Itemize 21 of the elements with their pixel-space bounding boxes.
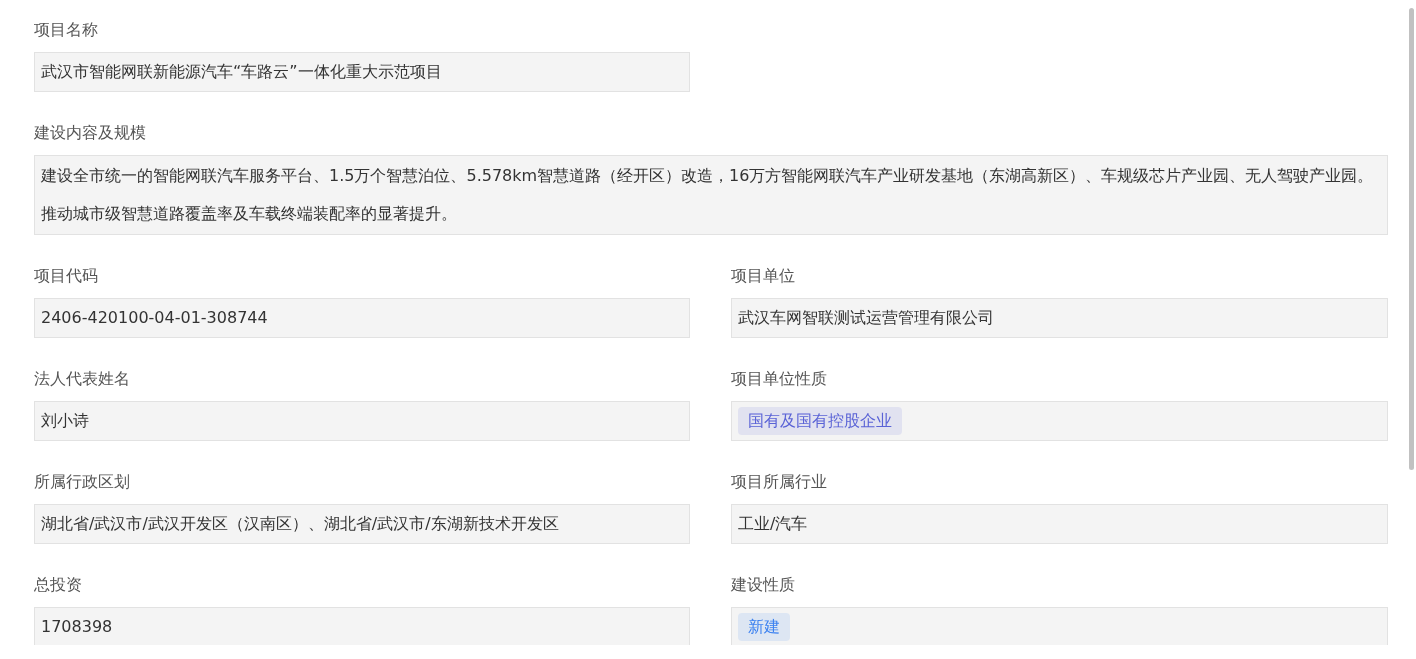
field-label: 总投资: [34, 574, 83, 596]
field-value: 刘小诗: [34, 401, 690, 441]
field-value: 湖北省/武汉市/武汉开发区（汉南区）、湖北省/武汉市/东湖新技术开发区: [34, 504, 690, 544]
field-label: 项目单位性质: [731, 368, 828, 390]
scrollbar[interactable]: [1409, 8, 1414, 470]
field-value: 工业/汽车: [731, 504, 1388, 544]
field-value: 1708398: [34, 607, 690, 645]
field-label: 所属行政区划: [34, 471, 131, 493]
field-value: 2406-420100-04-01-308744: [34, 298, 690, 338]
field-label: 法人代表姓名: [34, 368, 131, 390]
field-label: 项目单位: [731, 265, 796, 287]
field-label: 项目名称: [34, 19, 99, 41]
field-value: 武汉市智能网联新能源汽车“车路云”一体化重大示范项目: [34, 52, 690, 92]
field-label: 建设内容及规模: [34, 122, 147, 144]
tag: 新建: [738, 613, 790, 641]
field-label: 建设性质: [731, 574, 796, 596]
field-value: 建设全市统一的智能网联汽车服务平台、1.5万个智慧泊位、5.578km智慧道路（经开区）改造，16万方智能网联汽车产业研发基地（东湖高新区）、车规级芯片产业园、无人驾驶产业园。推动城市级智慧道路覆盖率及车载终端装配率的显著提升。: [34, 155, 1388, 235]
field-label: 项目代码: [34, 265, 99, 287]
field-label: 项目所属行业: [731, 471, 828, 493]
field-value: 武汉车网智联测试运营管理有限公司: [731, 298, 1388, 338]
tag: 国有及国有控股企业: [738, 407, 902, 435]
